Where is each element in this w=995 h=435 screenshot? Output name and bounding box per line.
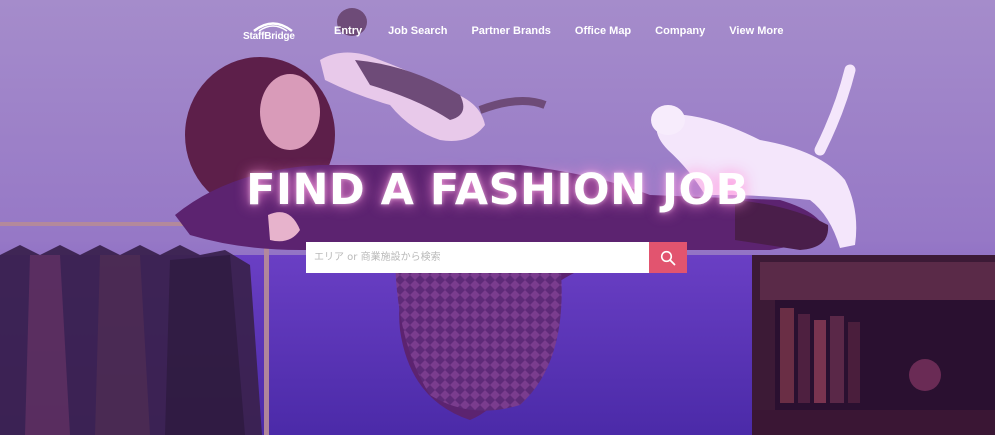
hero-background-image bbox=[0, 0, 995, 435]
nav-item-office-map[interactable]: Office Map bbox=[575, 25, 631, 37]
nav-item-company[interactable]: Company bbox=[655, 25, 705, 37]
staffbridge-logo[interactable]: StaffBridge bbox=[243, 20, 303, 44]
nav-item-entry[interactable]: Entry bbox=[334, 25, 362, 37]
search-input[interactable] bbox=[306, 242, 649, 273]
nav-item-job-search[interactable]: Job Search bbox=[388, 25, 447, 37]
search-bar bbox=[306, 242, 687, 273]
nav-item-view-more[interactable]: View More bbox=[729, 25, 783, 37]
search-icon bbox=[660, 250, 676, 265]
main-nav: Entry Job Search Partner Brands Office M… bbox=[334, 25, 784, 37]
nav-item-partner-brands[interactable]: Partner Brands bbox=[471, 25, 550, 37]
logo-text: StaffBridge bbox=[243, 31, 295, 42]
cabinet bbox=[752, 255, 995, 435]
hero-section: StaffBridge Entry Job Search Partner Bra… bbox=[0, 0, 995, 435]
hero-headline: FIND A FASHION JOB bbox=[246, 165, 749, 215]
search-button[interactable] bbox=[649, 242, 687, 273]
